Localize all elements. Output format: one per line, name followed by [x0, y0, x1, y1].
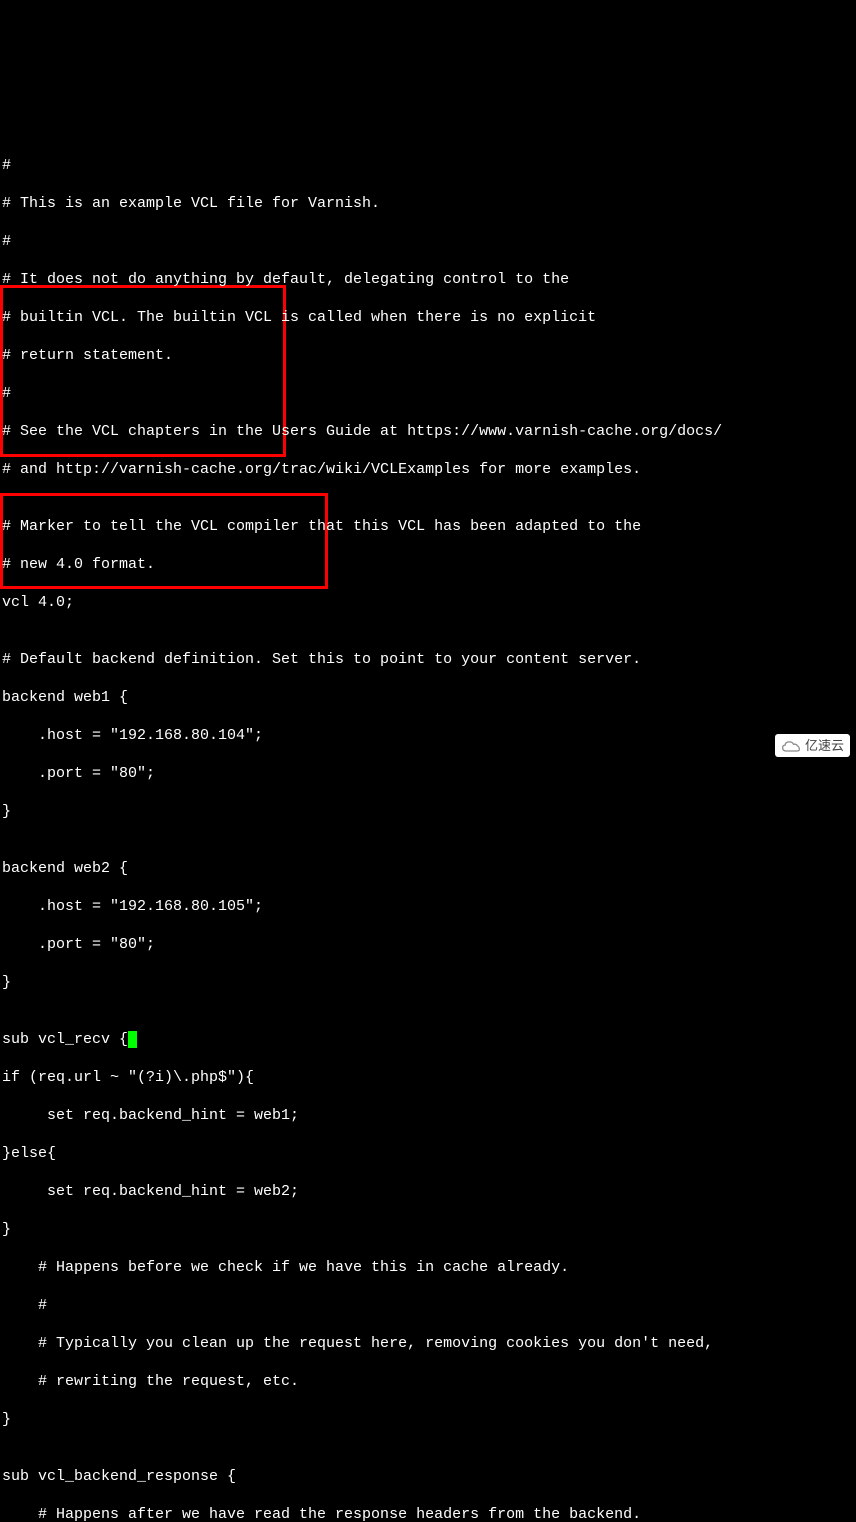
cursor — [128, 1031, 137, 1048]
code-line: # rewriting the request, etc. — [2, 1372, 854, 1391]
code-line: # It does not do anything by default, de… — [2, 270, 854, 289]
code-line: if (req.url ~ "(?i)\.php$"){ — [2, 1068, 854, 1087]
code-line: # — [2, 1296, 854, 1315]
code-line: } — [2, 802, 854, 821]
code-line: # Typically you clean up the request her… — [2, 1334, 854, 1353]
code-line-cursor: sub vcl_recv { — [2, 1030, 854, 1049]
code-text: sub vcl_recv { — [2, 1031, 128, 1048]
code-line: } — [2, 1220, 854, 1239]
code-line: # Default backend definition. Set this t… — [2, 650, 854, 669]
code-line: # — [2, 232, 854, 251]
code-line: }else{ — [2, 1144, 854, 1163]
code-line: backend web1 { — [2, 688, 854, 707]
code-line: } — [2, 1410, 854, 1429]
code-line: sub vcl_backend_response { — [2, 1467, 854, 1486]
code-line: .port = "80"; — [2, 935, 854, 954]
watermark: 亿速云 — [775, 734, 850, 757]
code-line: .host = "192.168.80.105"; — [2, 897, 854, 916]
code-line: .port = "80"; — [2, 764, 854, 783]
code-line: # builtin VCL. The builtin VCL is called… — [2, 308, 854, 327]
code-line: # — [2, 384, 854, 403]
code-line: backend web2 { — [2, 859, 854, 878]
code-line: # Happens after we have read the respons… — [2, 1505, 854, 1522]
code-line: # — [2, 156, 854, 175]
code-line: # return statement. — [2, 346, 854, 365]
code-line: # This is an example VCL file for Varnis… — [2, 194, 854, 213]
code-line: # Happens before we check if we have thi… — [2, 1258, 854, 1277]
terminal-editor[interactable]: # # This is an example VCL file for Varn… — [0, 133, 856, 1522]
code-line: } — [2, 973, 854, 992]
code-line: set req.backend_hint = web2; — [2, 1182, 854, 1201]
code-line: # See the VCL chapters in the Users Guid… — [2, 422, 854, 441]
code-line: # and http://varnish-cache.org/trac/wiki… — [2, 460, 854, 479]
cloud-icon — [781, 739, 801, 753]
watermark-text: 亿速云 — [805, 736, 844, 755]
code-line: .host = "192.168.80.104"; — [2, 726, 854, 745]
code-line: # new 4.0 format. — [2, 555, 854, 574]
code-line: set req.backend_hint = web1; — [2, 1106, 854, 1125]
code-line: vcl 4.0; — [2, 593, 854, 612]
code-line: # Marker to tell the VCL compiler that t… — [2, 517, 854, 536]
